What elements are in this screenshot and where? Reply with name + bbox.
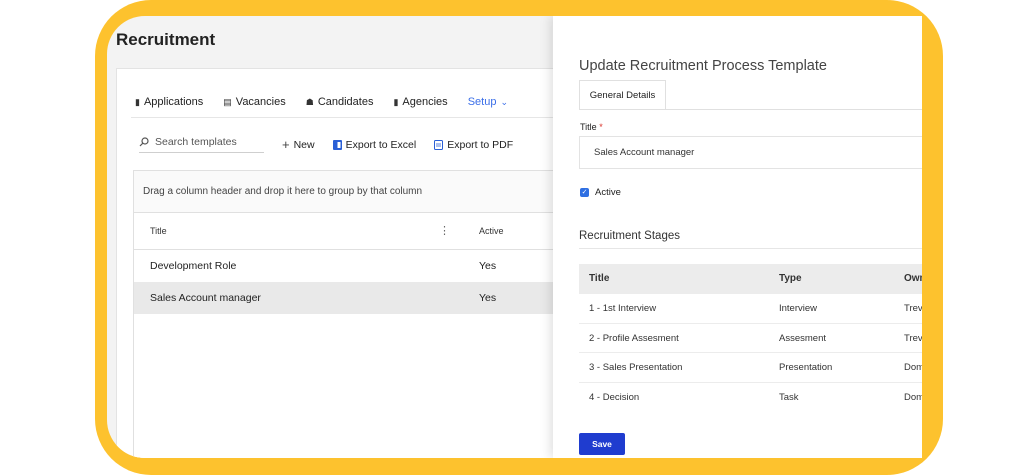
title-label: Title * <box>580 122 603 132</box>
stages-heading: Recruitment Stages <box>579 230 680 242</box>
tab-candidates[interactable]: ☗ Candidates <box>306 96 374 108</box>
search-placeholder: Search templates <box>155 136 237 148</box>
stages-table: Title Type Owner 1 - 1st Interview Inter… <box>579 264 922 412</box>
row-title: Development Role <box>150 260 237 272</box>
edit-drawer: Update Recruitment Process Template Gene… <box>553 16 922 458</box>
export-excel-button[interactable]: Export to Excel <box>332 138 417 151</box>
new-button[interactable]: + New <box>282 137 315 152</box>
column-menu-icon[interactable]: ⋮ <box>439 213 450 250</box>
stage-type: Task <box>779 391 799 403</box>
new-label: New <box>293 138 315 151</box>
stage-title: 2 - Profile Assesment <box>589 332 679 344</box>
stage-title: 3 - Sales Presentation <box>589 362 683 373</box>
stage-type: Assesment <box>779 332 826 344</box>
row-title: Sales Account manager <box>150 292 261 304</box>
tab-label: Agencies <box>402 96 448 108</box>
document-icon: ▮ <box>135 96 140 107</box>
column-header-title[interactable]: Title <box>150 213 167 250</box>
drawer-tabs-divider <box>579 109 922 110</box>
pdf-icon <box>434 139 444 150</box>
stage-title: 4 - Decision <box>589 391 640 403</box>
stage-owner: Trevor <box>904 332 922 344</box>
group-drop-area[interactable]: Drag a column header and drop it here to… <box>134 171 555 213</box>
row-active: Yes <box>479 292 497 304</box>
stages-divider <box>579 248 922 249</box>
save-button[interactable]: Save <box>579 433 625 455</box>
table-row[interactable]: 1 - 1st Interview Interview Trevor <box>579 294 922 324</box>
active-label: Active <box>595 187 621 198</box>
stage-title: 1 - 1st Interview <box>589 303 657 314</box>
stage-type: Presentation <box>779 362 833 373</box>
stage-owner: Dominic <box>904 362 922 373</box>
column-header-active[interactable]: Active <box>479 213 504 250</box>
stage-column-type[interactable]: Type <box>779 264 802 294</box>
stage-column-title[interactable]: Title <box>589 264 609 294</box>
nav-tabs: ▮ Applications ▤ Vacancies ☗ Candidates … <box>135 96 508 108</box>
tab-agencies[interactable]: ▮ Agencies <box>393 96 447 108</box>
table-row[interactable]: 2 - Profile Assesment Assesment Trevor <box>579 324 922 353</box>
tab-applications[interactable]: ▮ Applications <box>135 96 203 108</box>
tab-label: Setup <box>467 96 497 108</box>
table-row[interactable]: 4 - Decision Task Dominic <box>579 383 922 413</box>
stage-type: Interview <box>779 303 818 314</box>
grid-toolbar: Search templates + New Export to Excel E… <box>139 136 513 153</box>
plus-icon: + <box>282 137 290 152</box>
export-pdf-button[interactable]: Export to PDF <box>434 139 513 151</box>
tab-vacancies[interactable]: ▤ Vacancies <box>223 96 285 108</box>
table-row[interactable]: Development Role Yes <box>134 250 555 282</box>
title-input[interactable]: Sales Account manager <box>579 136 922 169</box>
stage-column-owner[interactable]: Owner <box>904 264 922 294</box>
stage-owner: Trevor <box>904 303 922 314</box>
tab-label: Candidates <box>317 96 374 108</box>
tab-label: Applications <box>143 96 204 108</box>
tab-general-details[interactable]: General Details <box>579 80 666 109</box>
tab-setup[interactable]: Setup ⌄ <box>468 96 508 108</box>
search-input[interactable]: Search templates <box>139 136 264 153</box>
tab-label: Vacancies <box>235 96 286 108</box>
table-row-selected[interactable]: Sales Account manager Yes <box>134 282 555 314</box>
export-excel-label: Export to Excel <box>345 138 417 151</box>
row-active: Yes <box>479 260 497 272</box>
table-icon: ▤ <box>223 96 232 107</box>
people-icon: ☗ <box>305 96 314 107</box>
table-row[interactable]: 3 - Sales Presentation Presentation Domi… <box>579 353 922 383</box>
stages-header: Title Type Owner <box>579 264 922 294</box>
building-icon: ▮ <box>393 96 399 107</box>
grid-header: Title ⋮ Active <box>134 213 555 250</box>
drawer-title: Update Recruitment Process Template <box>579 58 827 74</box>
excel-icon <box>332 139 342 150</box>
tabs-divider <box>131 117 556 118</box>
required-marker: * <box>599 122 603 132</box>
search-icon <box>139 137 149 147</box>
page-title: Recruitment <box>116 30 216 49</box>
templates-grid: Drag a column header and drop it here to… <box>133 170 556 458</box>
export-pdf-label: Export to PDF <box>447 138 514 151</box>
stage-owner: Dominic <box>904 391 922 403</box>
title-label-text: Title <box>580 122 597 132</box>
app-screen: Recruitment ▮ Applications ▤ Vacancies ☗… <box>107 16 922 458</box>
active-checkbox[interactable]: ✓ <box>580 188 589 197</box>
chevron-down-icon: ⌄ <box>500 96 508 107</box>
active-field: ✓ Active <box>580 187 621 198</box>
